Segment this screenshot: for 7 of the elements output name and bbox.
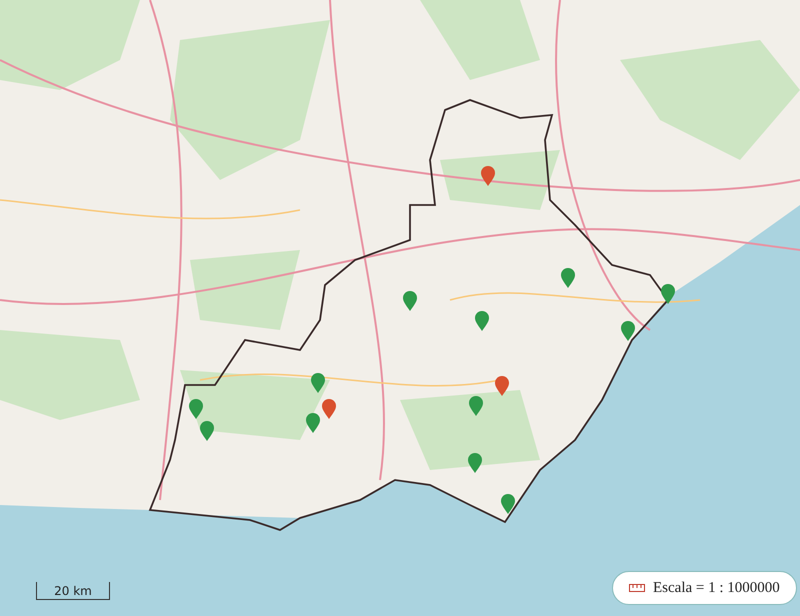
map-pin-icon[interactable]: [500, 493, 516, 515]
map-pin-icon[interactable]: [660, 283, 676, 305]
ruler-icon: [629, 584, 645, 592]
scale-ratio: Escala = 1 : 1000000: [653, 580, 780, 596]
map-pin-icon[interactable]: [620, 320, 636, 342]
scale-bar: 20 km: [36, 582, 110, 600]
scale-control[interactable]: Escala = 1 : 1000000: [612, 571, 797, 605]
